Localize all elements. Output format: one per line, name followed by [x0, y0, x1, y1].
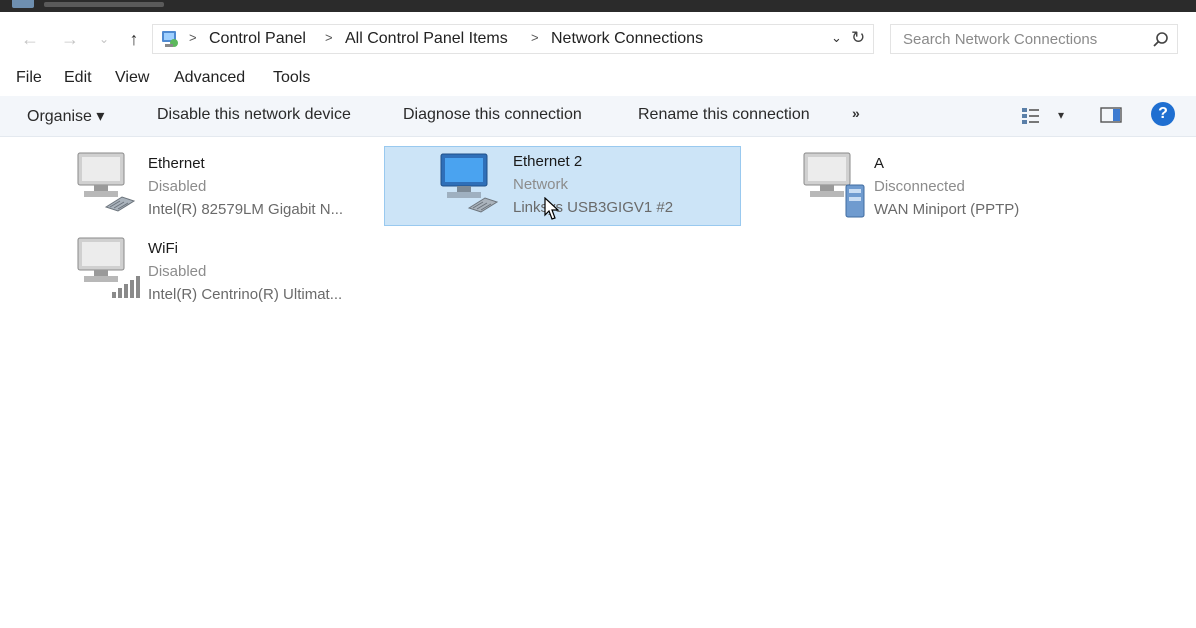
mouse-cursor-icon: [544, 197, 560, 220]
window-icon: [12, 0, 34, 8]
more-commands-icon[interactable]: »: [852, 105, 860, 121]
recent-locations-icon[interactable]: ⌄: [92, 26, 116, 52]
connection-name: A: [874, 155, 885, 172]
search-input[interactable]: [891, 25, 1141, 53]
forward-arrow-icon[interactable]: →: [58, 26, 82, 52]
ethernet-icon: [77, 152, 136, 212]
ethernet-icon: [440, 153, 499, 213]
connection-wifi[interactable]: WiFi Disabled Intel(R) Centrino(R) Ultim…: [76, 234, 434, 314]
organise-button[interactable]: Organise ▾: [27, 106, 104, 126]
vpn-icon: [803, 152, 865, 218]
search-icon[interactable]: [1151, 30, 1171, 50]
address-dropdown-icon[interactable]: ⌄: [831, 30, 842, 46]
breadcrumb-network-connections[interactable]: Network Connections: [551, 30, 703, 48]
connection-status: Disconnected: [874, 178, 965, 195]
address-bar[interactable]: > Control Panel > All Control Panel Item…: [152, 24, 874, 54]
wifi-icon: [77, 237, 140, 298]
back-arrow-icon[interactable]: ←: [18, 26, 42, 52]
connection-name: Ethernet 2: [513, 153, 583, 170]
disable-device-button[interactable]: Disable this network device: [157, 106, 351, 124]
up-arrow-icon[interactable]: ↑: [122, 26, 146, 52]
refresh-icon[interactable]: ↻: [851, 28, 865, 48]
connection-device: Intel(R) 82579LM Gigabit N...: [148, 201, 344, 218]
window-title: [44, 2, 164, 7]
menu-view[interactable]: View: [115, 69, 149, 87]
connection-status: Disabled: [148, 263, 207, 280]
menu-bar: File Edit View Advanced Tools: [0, 66, 1196, 92]
connection-device: Intel(R) Centrino(R) Ultimat...: [148, 286, 343, 303]
rename-connection-button[interactable]: Rename this connection: [638, 106, 810, 124]
connection-ethernet[interactable]: Ethernet Disabled Intel(R) 82579LM Gigab…: [76, 149, 434, 229]
breadcrumb-separator: >: [325, 30, 333, 45]
menu-advanced[interactable]: Advanced: [174, 69, 245, 87]
breadcrumb-all-items[interactable]: All Control Panel Items: [345, 30, 508, 48]
menu-tools[interactable]: Tools: [273, 69, 310, 87]
connection-name: WiFi: [148, 240, 178, 257]
connection-device: Linksys USB3GIGV1 #2: [513, 199, 674, 216]
view-options-dropdown-icon[interactable]: ▾: [1058, 108, 1064, 122]
address-row: ← → ⌄ ↑ > Control Panel > All Control Pa…: [0, 20, 1196, 58]
diagnose-connection-button[interactable]: Diagnose this connection: [403, 106, 582, 124]
connection-status: Network: [513, 176, 569, 193]
status-bar: [0, 620, 1196, 628]
breadcrumb-separator: >: [189, 30, 197, 45]
menu-edit[interactable]: Edit: [64, 69, 92, 87]
help-icon[interactable]: ?: [1151, 102, 1175, 126]
control-panel-icon: [162, 31, 178, 47]
connection-status: Disabled: [148, 178, 207, 195]
search-box: [890, 24, 1178, 54]
command-bar: Organise ▾ Disable this network device D…: [0, 96, 1196, 137]
title-bar: [0, 0, 1196, 12]
breadcrumb-control-panel[interactable]: Control Panel: [209, 30, 306, 48]
change-view-icon[interactable]: [1020, 106, 1042, 126]
preview-pane-icon[interactable]: [1100, 107, 1122, 123]
menu-file[interactable]: File: [16, 69, 42, 87]
connection-device: WAN Miniport (PPTP): [874, 201, 1020, 218]
breadcrumb-separator: >: [531, 30, 539, 45]
connection-name: Ethernet: [148, 155, 205, 172]
connections-list: Ethernet Disabled Intel(R) 82579LM Gigab…: [0, 137, 1196, 628]
connection-ethernet-2[interactable]: Ethernet 2 Network Linksys USB3GIGV1 #2: [384, 146, 741, 226]
connection-a[interactable]: A Disconnected WAN Miniport (PPTP): [802, 149, 1160, 229]
